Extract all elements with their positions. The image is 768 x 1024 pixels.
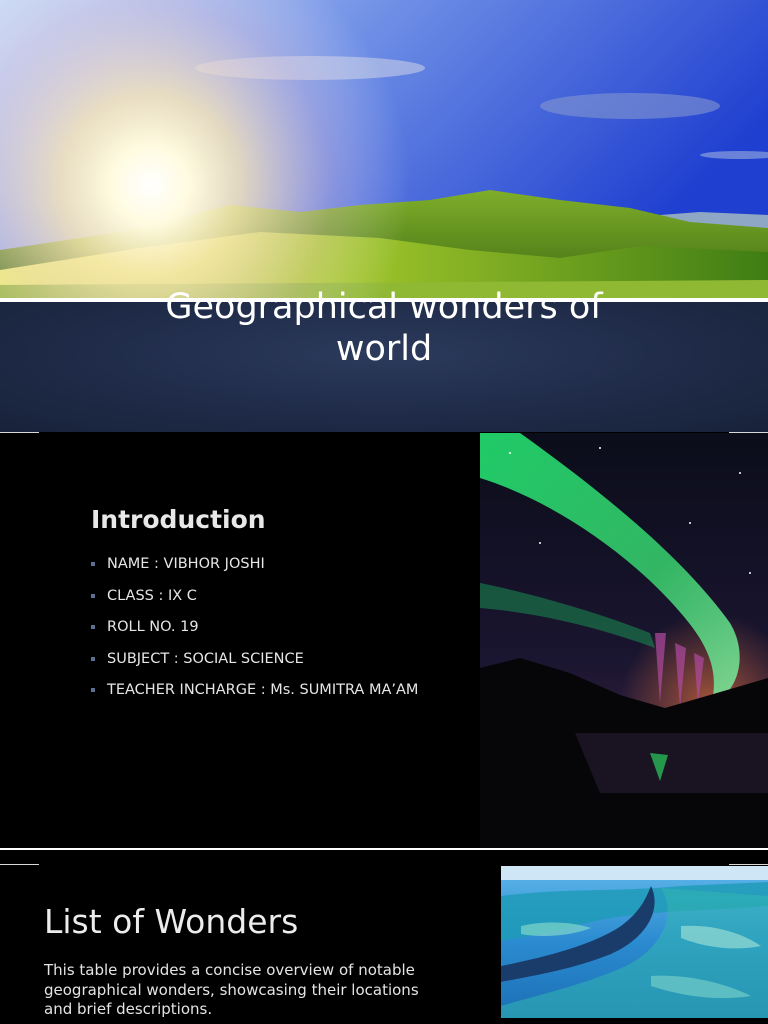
list-item: ROLL NO. 19 <box>91 615 418 647</box>
bullet-icon <box>91 656 95 661</box>
introduction-heading: Introduction <box>91 505 266 534</box>
list-item: CLASS : IX C <box>91 584 418 616</box>
introduction-slide: Introduction NAME : VIBHOR JOSHI CLASS :… <box>0 432 768 848</box>
wonders-slide: List of Wonders This table provides a co… <box>0 850 768 1024</box>
corner-line-left <box>0 864 39 865</box>
slide-title: Geographical wonders of world <box>0 286 768 370</box>
wonders-description: This table provides a concise overview o… <box>44 961 419 1018</box>
bullet-icon <box>91 562 95 566</box>
coral-reef-image <box>501 866 768 1018</box>
introduction-list: NAME : VIBHOR JOSHI CLASS : IX C ROLL NO… <box>91 552 418 710</box>
title-slide: Geographical wonders of world <box>0 0 768 432</box>
list-item: NAME : VIBHOR JOSHI <box>91 552 418 584</box>
corner-line-left <box>0 432 39 433</box>
slide-title-line2: world <box>335 329 433 369</box>
bullet-icon <box>91 593 95 598</box>
list-item-text: ROLL NO. 19 <box>107 619 199 635</box>
list-item: TEACHER INCHARGE : Ms. SUMITRA MA’AM <box>91 678 418 710</box>
corner-line-right <box>729 864 768 865</box>
slide-title-line1: Geographical wonders of <box>165 287 603 327</box>
bullet-icon <box>91 625 95 629</box>
list-item-text: TEACHER INCHARGE : Ms. SUMITRA MA’AM <box>107 682 419 698</box>
bullet-icon <box>91 688 95 692</box>
hero-image <box>0 0 768 298</box>
list-item-text: NAME : VIBHOR JOSHI <box>107 556 265 572</box>
list-item-text: CLASS : IX C <box>107 587 197 604</box>
aurora-image <box>480 433 768 848</box>
list-item-text: SUBJECT : SOCIAL SCIENCE <box>107 650 304 667</box>
list-item: SUBJECT : SOCIAL SCIENCE <box>91 647 418 679</box>
wonders-heading: List of Wonders <box>44 902 299 941</box>
